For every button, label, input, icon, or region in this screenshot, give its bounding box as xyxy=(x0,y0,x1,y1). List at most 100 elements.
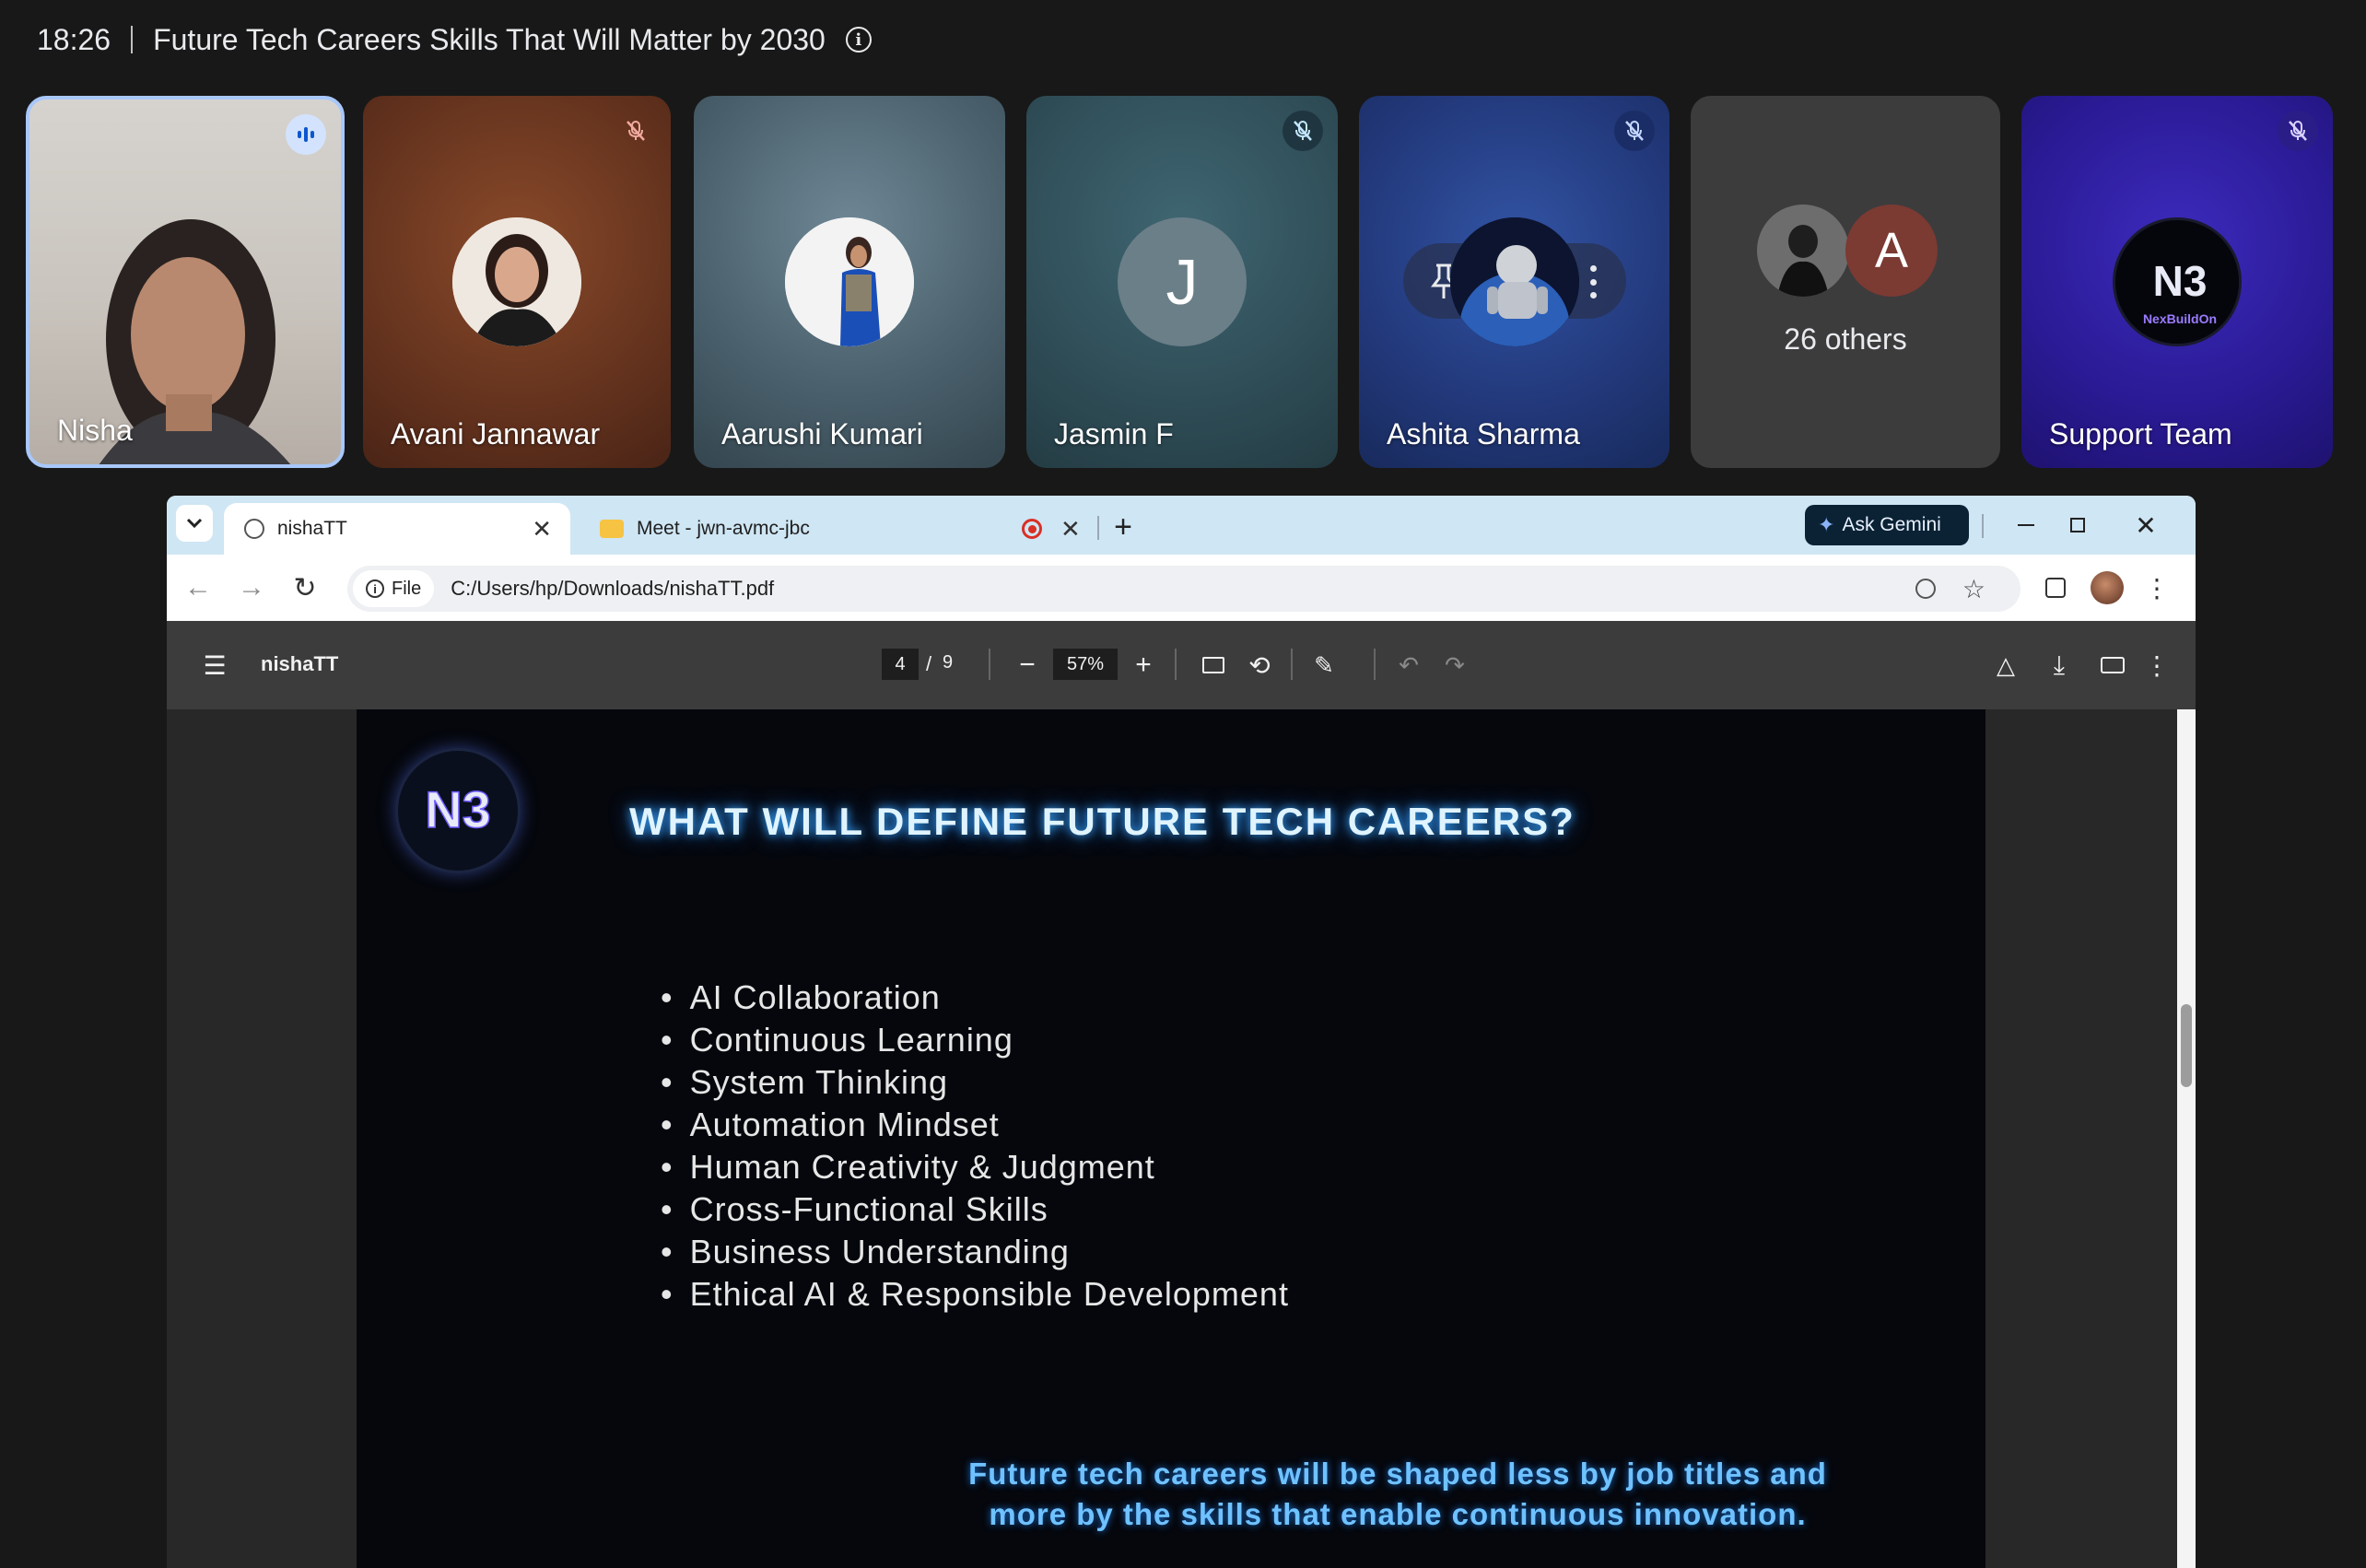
new-tab-icon[interactable]: + xyxy=(1105,509,1142,545)
toolbar: ← → ↻ i File C:/Users/hp/Downloads/nisha… xyxy=(167,555,2196,621)
participant-tile-avani[interactable]: Avani Jannawar xyxy=(363,96,671,468)
close-tab-icon[interactable]: ✕ xyxy=(532,515,552,544)
svg-text:N3: N3 xyxy=(2153,257,2208,305)
participant-name: Support Team xyxy=(2049,417,2232,451)
redo-icon[interactable]: ↷ xyxy=(1436,647,1473,684)
ask-gemini-button[interactable]: ✦ Ask Gemini xyxy=(1805,505,1969,545)
close-tab-icon[interactable]: ✕ xyxy=(1060,515,1081,544)
slide-logo: N3 xyxy=(395,748,521,873)
avatar xyxy=(1757,205,1849,297)
pdf-more-icon[interactable]: ⋮ xyxy=(2144,647,2170,684)
pdf-viewer: N3 WHAT WILL DEFINE FUTURE TECH CAREERS?… xyxy=(167,709,2196,1568)
zoom-in-icon[interactable]: + xyxy=(1125,647,1162,684)
drive-add-icon[interactable]: △ xyxy=(1987,647,2024,684)
pdf-title: nishaTT xyxy=(261,652,339,675)
tab-label: nishaTT xyxy=(277,518,347,539)
toolbar-divider xyxy=(989,649,990,680)
page-number-input[interactable]: 4 xyxy=(882,649,919,680)
recording-icon xyxy=(1022,519,1042,539)
list-item: Business Understanding xyxy=(661,1231,1289,1273)
header-divider xyxy=(131,26,134,53)
zoom-level[interactable]: 57% xyxy=(1053,649,1118,680)
titlebar-divider xyxy=(1982,514,1984,538)
undo-icon[interactable]: ↶ xyxy=(1390,647,1427,684)
reload-icon[interactable]: ↻ xyxy=(287,569,323,606)
gemini-sparkle-icon: ✦ xyxy=(1818,513,1835,536)
participant-name: Nisha xyxy=(57,414,133,447)
mic-off-icon xyxy=(1614,111,1655,151)
ask-gemini-label: Ask Gemini xyxy=(1842,514,1941,535)
page-total: 9 xyxy=(943,652,954,673)
menu-icon[interactable]: ☰ xyxy=(196,647,233,684)
tab-search-icon[interactable] xyxy=(176,505,213,542)
more-options-icon[interactable] xyxy=(1587,265,1599,298)
avatar-initial: A xyxy=(1845,205,1938,297)
avatar xyxy=(785,217,914,346)
participant-tile-aarushi[interactable]: Aarushi Kumari xyxy=(694,96,1005,468)
list-item: System Thinking xyxy=(661,1061,1289,1104)
tab-nishatt[interactable]: nishaTT ✕ xyxy=(224,503,570,555)
avatar xyxy=(452,217,581,346)
list-item: AI Collaboration xyxy=(661,977,1289,1019)
minimize-icon[interactable] xyxy=(2008,507,2044,544)
footer-line-2: more by the skills that enable continuou… xyxy=(989,1497,1807,1531)
speaking-indicator-icon xyxy=(286,114,326,155)
mic-off-icon xyxy=(615,111,656,151)
fit-page-icon[interactable] xyxy=(1195,647,1232,684)
footer-line-1: Future tech careers will be shaped less … xyxy=(968,1457,1827,1491)
slide-title: WHAT WILL DEFINE FUTURE TECH CAREERS? xyxy=(629,800,1575,843)
info-icon[interactable]: i xyxy=(845,27,872,53)
close-window-icon[interactable]: ✕ xyxy=(2127,507,2164,544)
zoom-icon[interactable] xyxy=(1915,579,1936,599)
participant-name: Aarushi Kumari xyxy=(721,417,923,451)
chrome-menu-icon[interactable]: ⋮ xyxy=(2144,569,2170,606)
tab-meet[interactable]: Meet - jwn-avmc-jbc ✕ xyxy=(581,503,1097,555)
bookmark-star-icon[interactable]: ☆ xyxy=(1962,574,1985,604)
profile-avatar[interactable] xyxy=(2091,571,2124,604)
meeting-time: 18:26 xyxy=(37,22,111,56)
logo-avatar: N3 NexBuildOn xyxy=(2113,217,2242,346)
address-bar[interactable]: i File C:/Users/hp/Downloads/nishaTT.pdf… xyxy=(347,566,2020,612)
svg-text:N3: N3 xyxy=(425,780,491,838)
pdf-toolbar: ☰ nishaTT 4 / 9 − 57% + ⟲ ✎ ↶ ↷ △ ⤓ ⋮ xyxy=(167,621,2196,709)
list-item: Cross-Functional Skills xyxy=(661,1188,1289,1231)
avatar-initial: J xyxy=(1118,217,1247,346)
download-icon[interactable]: ⤓ xyxy=(2041,647,2078,684)
list-item: Human Creativity & Judgment xyxy=(661,1146,1289,1188)
participant-name: Jasmin F xyxy=(1054,417,1174,451)
tab-divider xyxy=(1097,516,1099,540)
participant-tile-jasmin[interactable]: J Jasmin F xyxy=(1026,96,1338,468)
avatar xyxy=(1449,217,1579,346)
file-chip[interactable]: i File xyxy=(353,570,435,607)
globe-icon xyxy=(244,519,264,539)
url-text: C:/Users/hp/Downloads/nishaTT.pdf xyxy=(451,577,775,600)
page-separator: / xyxy=(926,652,932,675)
participant-tile-ashita[interactable]: Ashita Sharma xyxy=(1359,96,1669,468)
participant-name: Avani Jannawar xyxy=(391,417,601,451)
extensions-icon[interactable] xyxy=(2037,569,2074,606)
slide-footer: Future tech careers will be shaped less … xyxy=(891,1454,1904,1535)
info-circle-icon: i xyxy=(366,579,384,598)
participant-tile-nisha[interactable]: Nisha xyxy=(26,96,345,468)
back-icon[interactable]: ← xyxy=(180,569,217,606)
participant-tile-others[interactable]: A 26 others xyxy=(1691,96,2000,468)
toolbar-divider xyxy=(1175,649,1177,680)
zoom-out-icon[interactable]: − xyxy=(1009,647,1046,684)
scrollbar[interactable] xyxy=(2177,709,2196,1568)
video-feed xyxy=(99,219,291,464)
restore-icon[interactable] xyxy=(2059,507,2096,544)
svg-text:NexBuildOn: NexBuildOn xyxy=(2143,311,2217,326)
annotate-icon[interactable]: ✎ xyxy=(1306,647,1342,684)
n3-logo-icon: N3 xyxy=(424,779,491,839)
rotate-icon[interactable]: ⟲ xyxy=(1241,647,1278,684)
participant-tile-support-team[interactable]: N3 NexBuildOn Support Team xyxy=(2021,96,2333,468)
print-icon[interactable] xyxy=(2094,647,2131,684)
forward-icon[interactable]: → xyxy=(233,569,270,606)
participant-name: Ashita Sharma xyxy=(1387,417,1580,451)
mic-off-icon xyxy=(2278,111,2318,151)
file-chip-label: File xyxy=(392,578,422,599)
list-item: Automation Mindset xyxy=(661,1104,1289,1146)
scrollbar-thumb[interactable] xyxy=(2181,1004,2192,1087)
meeting-title: Future Tech Careers Skills That Will Mat… xyxy=(153,22,826,56)
toolbar-divider xyxy=(1291,649,1293,680)
